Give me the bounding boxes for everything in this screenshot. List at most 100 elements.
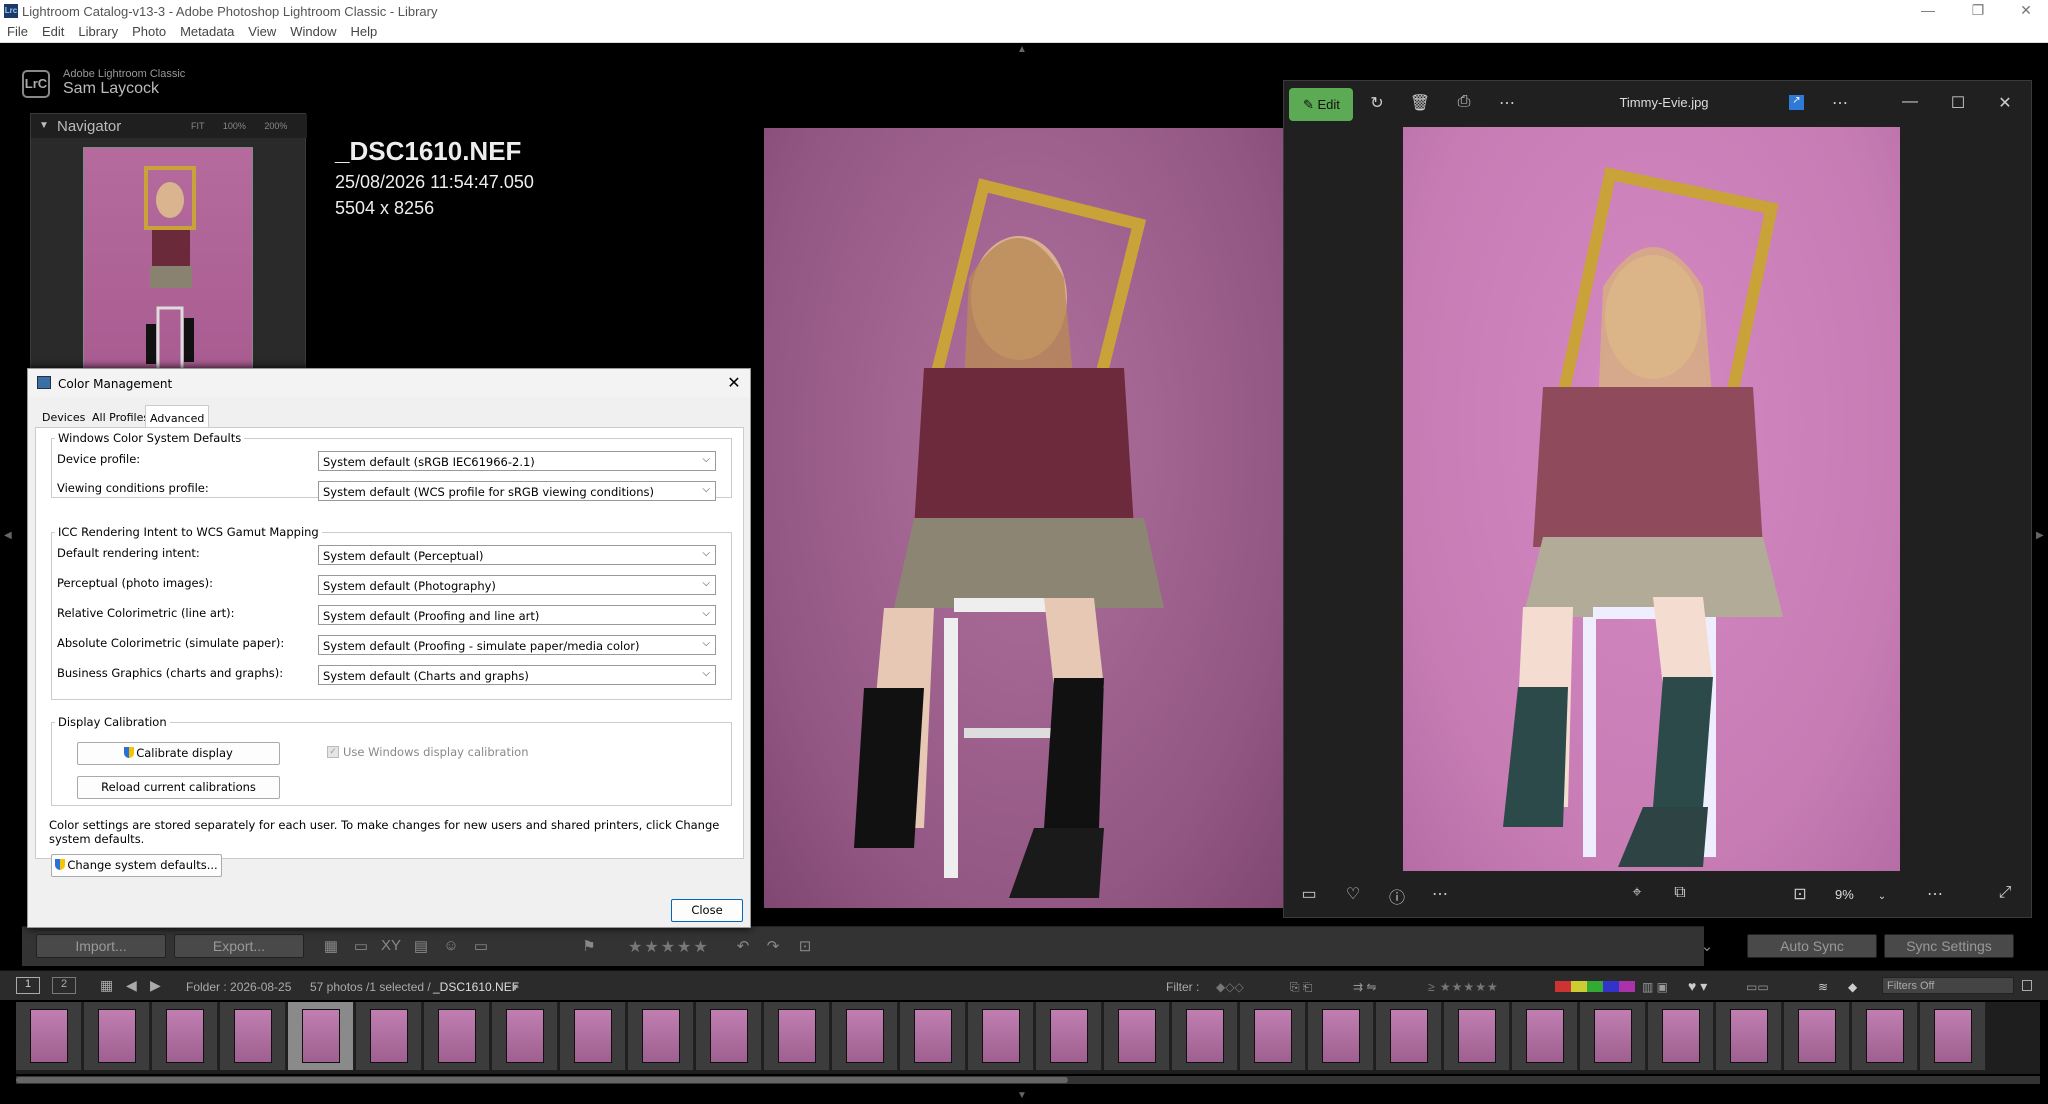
text-scan-icon[interactable]: ⧉ <box>1669 884 1691 906</box>
survey-view-icon[interactable]: ▤ <box>408 937 434 957</box>
print-icon[interactable]: ⎙ <box>1453 93 1475 115</box>
filmstrip-thumbnail[interactable] <box>764 1002 830 1070</box>
people-filter-icon[interactable]: ♥ ▾ <box>1688 978 1707 995</box>
photos-app-image[interactable] <box>1403 127 1900 871</box>
source-dropdown-icon[interactable]: ▾ <box>512 980 518 994</box>
info-icon[interactable]: ⓘ <box>1386 884 1408 907</box>
navigator-zoom-options[interactable]: FIT 100% 200% <box>191 121 287 131</box>
bottom-panel-toggle-icon[interactable]: ▼ <box>1017 1090 1027 1101</box>
toolbar-chevron-down-icon[interactable]: ⌄ <box>1694 937 1720 957</box>
sync-settings-button[interactable]: Sync Settings <box>1884 934 2014 958</box>
color-filter-extras-icon[interactable]: ▥ ▣ <box>1642 980 1668 994</box>
actual-size-icon[interactable]: ⊡ <box>1789 884 1811 906</box>
menu-photo[interactable]: Photo <box>125 22 173 39</box>
edit-button[interactable]: ✎ Edit <box>1289 88 1353 121</box>
secondary-display-icon[interactable]: ▭ <box>468 937 494 957</box>
reload-calibrations-button[interactable]: Reload current calibrations <box>77 776 280 799</box>
filmstrip-thumbnail[interactable] <box>1104 1002 1170 1070</box>
layers-icon[interactable]: ≋ <box>1818 980 1828 994</box>
filmstrip-thumbnail[interactable] <box>356 1002 422 1070</box>
edit-filter-icon[interactable]: ⎘ ⎗ <box>1290 980 1313 995</box>
top-panel-toggle-icon[interactable]: ▲ <box>1017 44 1027 55</box>
filmstrip-thumbnail[interactable] <box>696 1002 762 1070</box>
tab-devices[interactable]: Devices <box>38 405 89 427</box>
grid-icon[interactable]: ▦ <box>100 977 113 994</box>
filmstrip-thumbnail[interactable] <box>1444 1002 1510 1070</box>
zoom-dropdown[interactable]: 9% ⌄ <box>1835 887 1899 907</box>
filmstrip-thumbnail[interactable] <box>152 1002 218 1070</box>
export-button[interactable]: Export... <box>174 934 304 958</box>
minimize-button[interactable]: — <box>1918 2 1938 20</box>
change-system-defaults-button[interactable]: Change system defaults... <box>51 854 222 877</box>
viewing-conditions-select[interactable]: System default (WCS profile for sRGB vie… <box>318 481 716 501</box>
filmstrip-thumbnail[interactable] <box>16 1002 82 1070</box>
filmstrip-thumbnail[interactable] <box>1580 1002 1646 1070</box>
menu-library[interactable]: Library <box>71 22 125 39</box>
tab-advanced[interactable]: Advanced <box>145 405 210 427</box>
business-graphics-select[interactable]: System default (Charts and graphs) ⌵ <box>318 665 716 685</box>
filmstrip-thumbnail[interactable] <box>1512 1002 1578 1070</box>
filmstrip-thumbnail[interactable] <box>424 1002 490 1070</box>
maximize-icon[interactable]: ☐ <box>1947 93 1969 115</box>
collapse-triangle-icon[interactable]: ▼ <box>39 120 49 131</box>
filmstrip-thumbnail[interactable] <box>628 1002 694 1070</box>
flag-icon[interactable]: ⚑ <box>576 937 602 957</box>
close-window-button[interactable]: ✕ <box>2016 2 2036 20</box>
back-arrow-icon[interactable]: ◀ <box>126 977 137 994</box>
perceptual-select[interactable]: System default (Photography) ⌵ <box>318 575 716 595</box>
use-windows-calibration-checkbox[interactable]: ✓ <box>327 746 339 758</box>
default-intent-select[interactable]: System default (Perceptual) ⌵ <box>318 545 716 565</box>
left-panel-toggle-icon[interactable]: ◀ <box>4 530 12 541</box>
rotate-right-icon[interactable]: ↷ <box>760 937 786 957</box>
filmstrip-thumbnail[interactable] <box>84 1002 150 1070</box>
menu-help[interactable]: Help <box>344 22 385 39</box>
rotate-left-icon[interactable]: ↶ <box>730 937 756 957</box>
minimize-icon[interactable]: — <box>1899 93 1921 115</box>
relative-colorimetric-select[interactable]: System default (Proofing and line art) ⌵ <box>318 605 716 625</box>
filmstrip-thumbnail[interactable] <box>900 1002 966 1070</box>
delete-icon[interactable]: 🗑 <box>1409 93 1431 115</box>
filmstrip-thumbnail[interactable] <box>1172 1002 1238 1070</box>
rating-filter-icon[interactable]: ≥ ★★★★★ <box>1428 980 1499 994</box>
filmstrip-thumbnail[interactable] <box>288 1002 354 1070</box>
window-1-button[interactable]: 1 <box>16 977 40 994</box>
crop-overlay-icon[interactable]: ⊡ <box>792 937 818 957</box>
fullscreen-icon[interactable]: ⤢ <box>1994 884 2016 906</box>
people-view-icon[interactable]: ☺ <box>438 937 464 957</box>
visual-search-icon[interactable]: ⌖ <box>1626 884 1648 906</box>
navigator-header[interactable]: ▼ Navigator FIT 100% 200% <box>31 114 307 138</box>
filmstrip-thumbnail[interactable] <box>1308 1002 1374 1070</box>
filmstrip-thumbnail[interactable] <box>1240 1002 1306 1070</box>
filters-off-dropdown[interactable]: Filters Off <box>1882 977 2014 994</box>
close-icon[interactable]: ✕ <box>1994 93 2016 115</box>
designer-icon[interactable]: ↗ <box>1789 95 1804 110</box>
menu-view[interactable]: View <box>241 22 283 39</box>
more-icon[interactable]: ⋯ <box>1429 884 1451 906</box>
menu-window[interactable]: Window <box>283 22 343 39</box>
filmstrip-thumbnail[interactable] <box>968 1002 1034 1070</box>
grid-view-icon[interactable]: ▦ <box>318 937 344 957</box>
more-icon[interactable]: ⋯ <box>1829 93 1851 115</box>
filmstrip-thumbnail[interactable] <box>832 1002 898 1070</box>
import-button[interactable]: Import... <box>36 934 166 958</box>
auto-sync-button[interactable]: Auto Sync <box>1747 934 1877 958</box>
filmstrip-scroll-thumb[interactable] <box>16 1077 1069 1083</box>
filmstrip-thumbnail[interactable] <box>1648 1002 1714 1070</box>
close-button[interactable]: Close <box>671 899 743 922</box>
filmstrip-thumbnail[interactable] <box>220 1002 286 1070</box>
restore-button[interactable]: ❐ <box>1968 2 1988 20</box>
right-panel-toggle-icon[interactable]: ▶ <box>2036 530 2044 541</box>
menu-file[interactable]: File <box>0 22 35 39</box>
filmstrip-thumbnail[interactable] <box>1852 1002 1918 1070</box>
absolute-colorimetric-select[interactable]: System default (Proofing - simulate pape… <box>318 635 716 655</box>
flag-filter-icon[interactable]: ◆◇◇ <box>1216 980 1244 994</box>
tab-all-profiles[interactable]: All Profiles <box>88 405 153 427</box>
selected-filename[interactable]: _DSC1610.NEF <box>433 980 519 994</box>
dialog-close-icon[interactable]: ✕ <box>725 374 743 392</box>
diamond-icon[interactable]: ◆ <box>1848 980 1857 994</box>
other-filter-icon[interactable]: ▭▭ <box>1746 980 1769 994</box>
lightroom-loupe-photo[interactable] <box>764 128 1284 908</box>
filmstrip-thumbnail[interactable] <box>492 1002 558 1070</box>
color-label-filter[interactable] <box>1555 981 1635 992</box>
favorite-icon[interactable]: ♡ <box>1342 884 1364 906</box>
